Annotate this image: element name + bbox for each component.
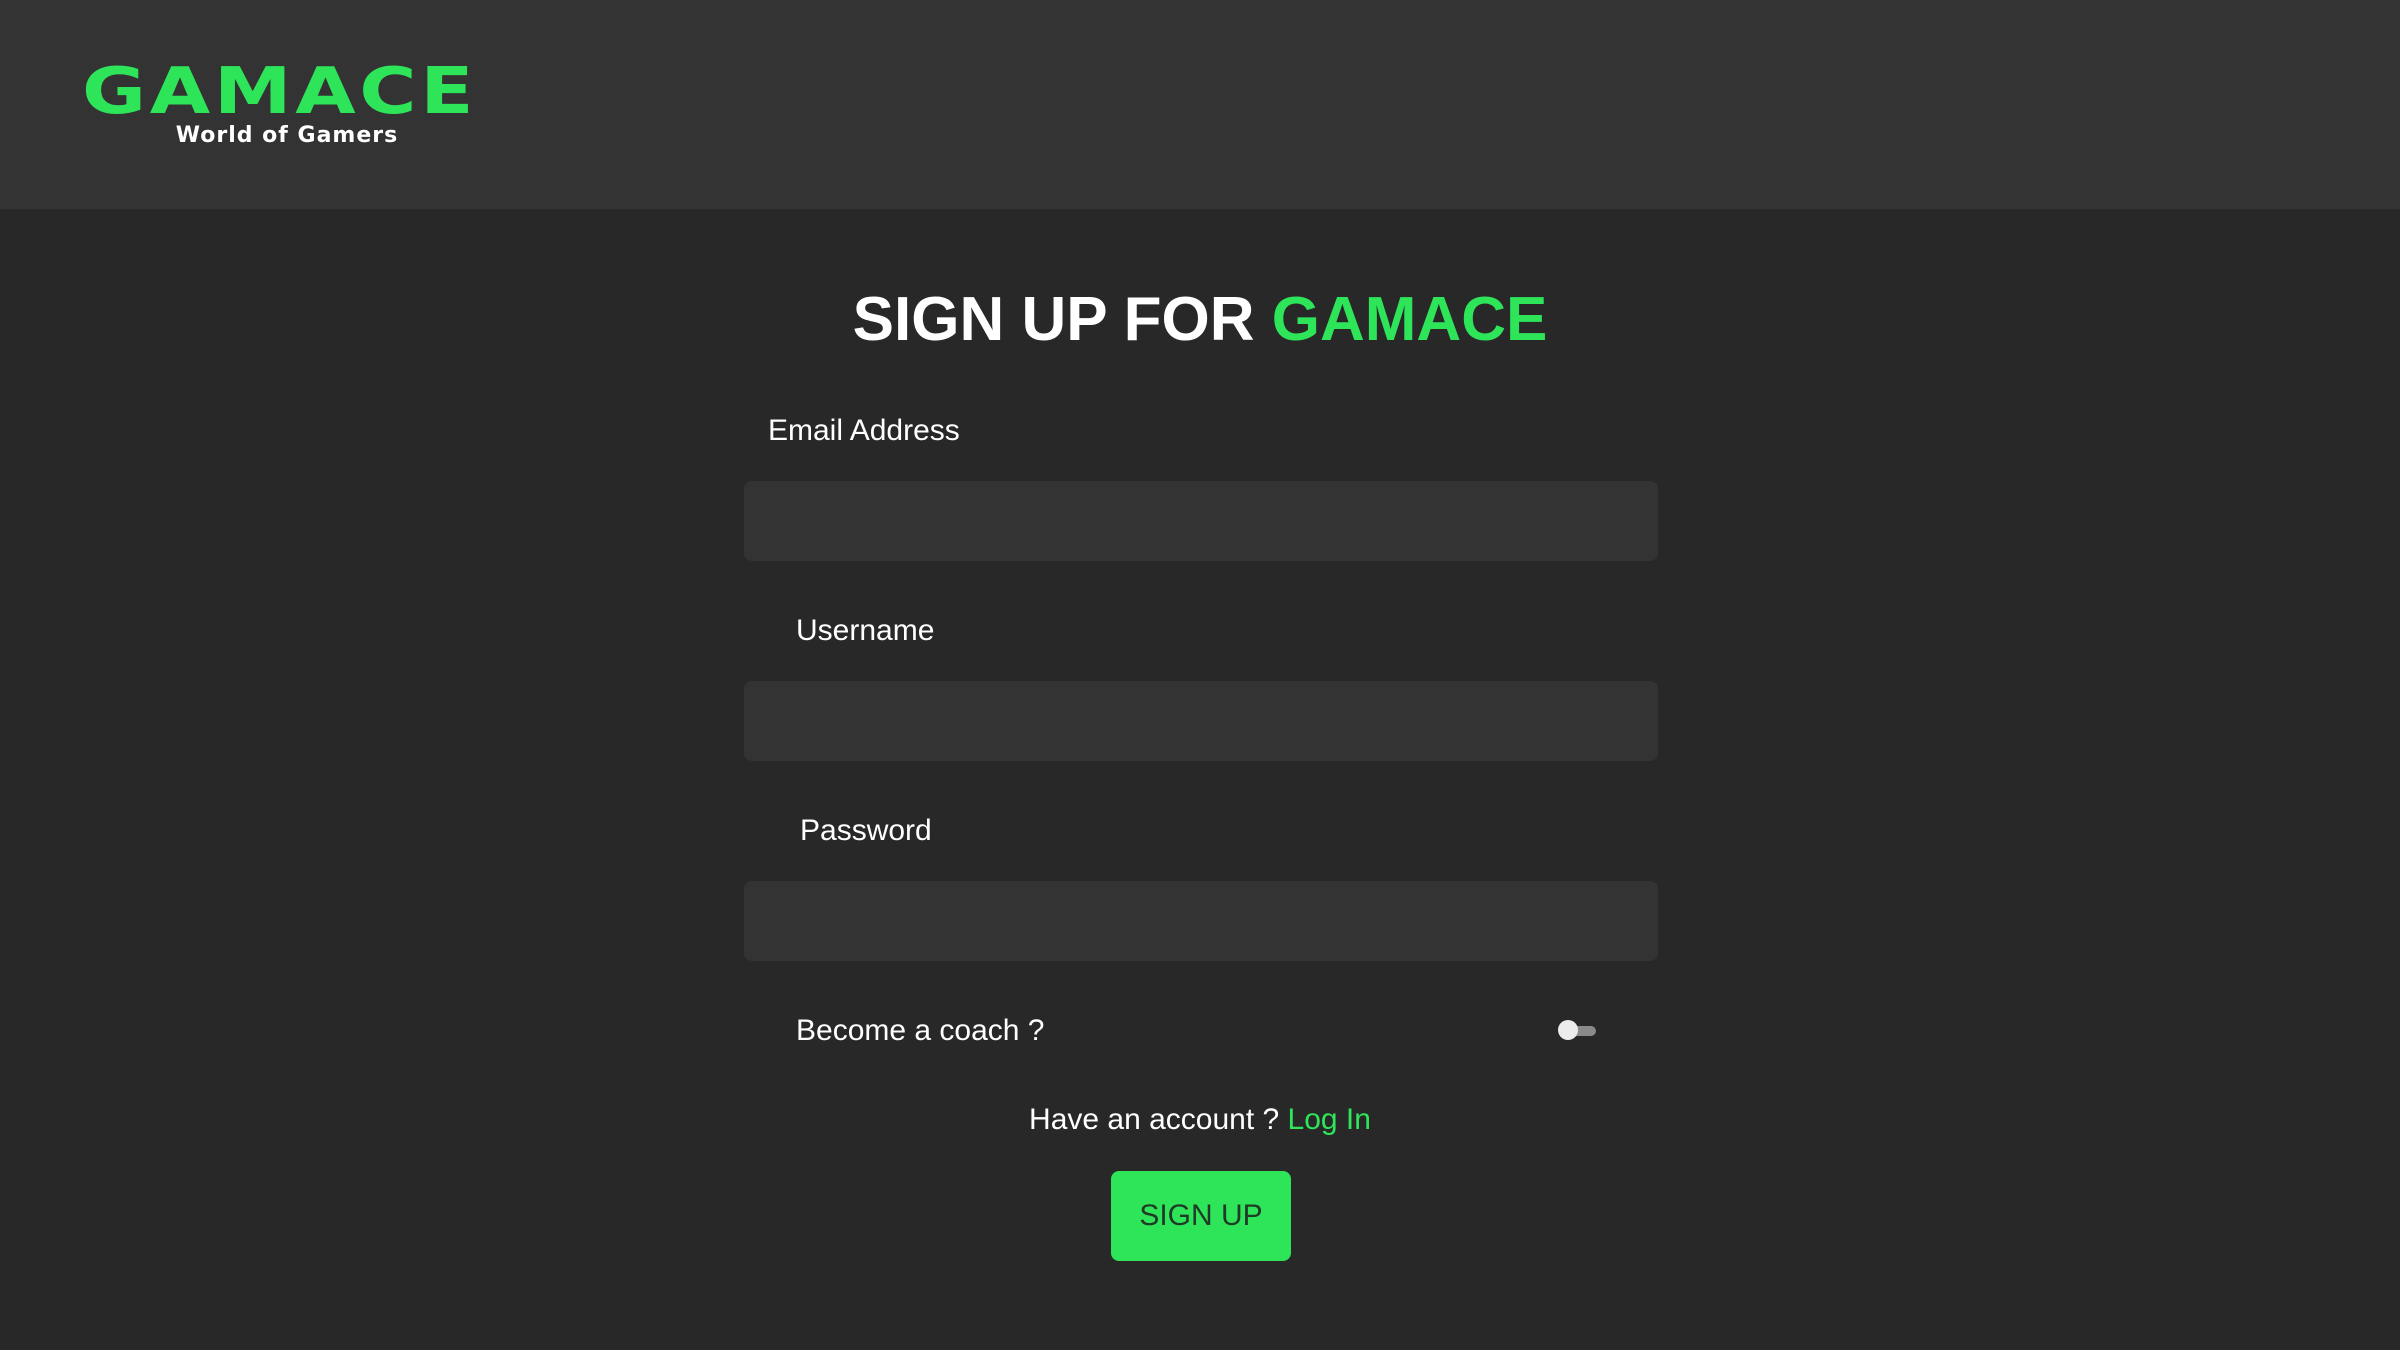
page-title: SIGN UP FOR GAMACE (0, 282, 2400, 358)
login-link[interactable]: Log In (1288, 1103, 1371, 1136)
logo-tagline: World of Gamers (175, 123, 399, 148)
title-prefix: SIGN UP FOR (852, 285, 1272, 354)
title-accent: GAMACE (1271, 285, 1548, 354)
email-label: Email Address (768, 414, 960, 447)
password-field[interactable] (744, 881, 1658, 961)
have-account-prompt: Have an account ? Log In (0, 1102, 2400, 1138)
toggle-knob (1558, 1020, 1578, 1040)
have-account-text: Have an account ? (1029, 1103, 1288, 1136)
signup-button[interactable]: SIGN UP (1111, 1171, 1291, 1261)
logo-wordmark: GAMACE (82, 55, 478, 129)
coach-toggle[interactable] (1558, 1020, 1598, 1040)
top-header: GAMACE World of Gamers (0, 0, 2400, 210)
coach-label: Become a coach ? (796, 1014, 1045, 1047)
username-label: Username (796, 614, 935, 647)
gamace-logo[interactable]: GAMACE World of Gamers (82, 60, 492, 155)
password-label: Password (800, 814, 932, 847)
username-field[interactable] (744, 681, 1658, 761)
email-field[interactable] (744, 481, 1658, 561)
